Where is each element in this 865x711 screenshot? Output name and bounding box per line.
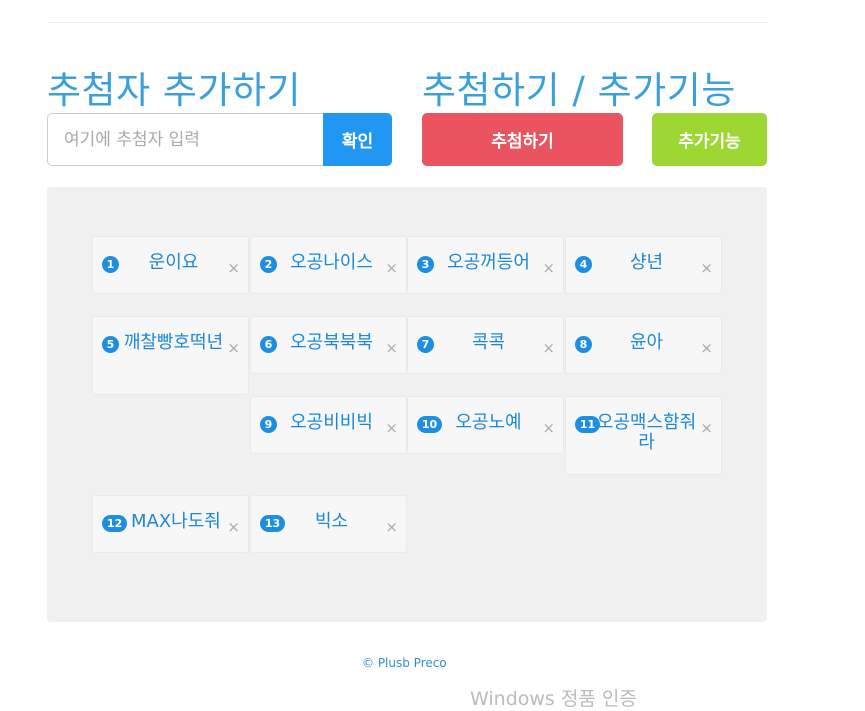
close-icon[interactable]: ×	[227, 261, 240, 276]
entrant-card: 6 오공북북북 ×	[250, 316, 407, 374]
entrant-card: 1 운이요 ×	[92, 236, 249, 294]
close-icon[interactable]: ×	[385, 261, 398, 276]
add-entrant-form: 확인	[47, 113, 392, 166]
top-divider	[47, 22, 767, 23]
entrant-name: 샹년	[629, 252, 664, 273]
close-icon[interactable]: ×	[542, 341, 555, 356]
entrant-card: 2 오공나이스 ×	[250, 236, 407, 294]
entrant-name: 오공노예	[455, 412, 522, 433]
entrant-card: 11 오공맥스함줘라 ×	[565, 396, 722, 475]
entrant-name: 오공꺼등어	[447, 252, 530, 273]
entrant-name: 콕콕	[471, 332, 506, 353]
entrant-name: MAX나도줘	[131, 511, 221, 532]
entrant-number-badge: 1	[102, 256, 119, 273]
close-icon[interactable]: ×	[700, 421, 713, 436]
entrant-name: 오공나이스	[290, 252, 373, 273]
close-icon[interactable]: ×	[385, 341, 398, 356]
close-icon[interactable]: ×	[385, 520, 398, 535]
entrant-name-input[interactable]	[47, 113, 323, 166]
entrant-list-panel: 1 운이요 × 2 오공나이스 × 3 오공꺼등어 × 4 샹년 × 5 깨찰빵…	[47, 187, 767, 622]
entrant-card: 12 MAX나도줘 ×	[92, 495, 249, 553]
entrant-number-badge: 9	[260, 416, 277, 433]
entrant-number-badge: 12	[102, 515, 127, 532]
entrant-number-badge: 5	[102, 336, 119, 353]
close-icon[interactable]: ×	[227, 520, 240, 535]
extra-features-button[interactable]: 추가기능	[652, 113, 767, 166]
entrant-name: 오공비비빅	[290, 412, 373, 433]
confirm-button[interactable]: 확인	[323, 113, 392, 166]
add-entrant-heading: 추첨자 추가하기	[47, 69, 302, 112]
entrant-card: 8 윤아 ×	[565, 316, 722, 374]
entrant-card: 13 빅소 ×	[250, 495, 407, 553]
entrant-card: 9 오공비비빅 ×	[250, 396, 407, 454]
entrant-name: 운이요	[148, 252, 199, 273]
entrant-card: 10 오공노예 ×	[407, 396, 564, 454]
entrant-name: 오공북북북	[290, 332, 373, 353]
entrant-name: 윤아	[629, 332, 664, 353]
entrant-number-badge: 2	[260, 256, 277, 273]
entrant-name: 빅소	[314, 511, 349, 532]
entrant-name: 깨찰빵호떡년	[123, 332, 224, 353]
entrant-number-badge: 8	[575, 336, 592, 353]
close-icon[interactable]: ×	[700, 341, 713, 356]
close-icon[interactable]: ×	[385, 421, 398, 436]
entrant-number-badge: 3	[417, 256, 434, 273]
close-icon[interactable]: ×	[542, 421, 555, 436]
entrant-card: 4 샹년 ×	[565, 236, 722, 294]
entrant-name: 오공맥스함줘라	[596, 412, 697, 453]
draw-button[interactable]: 추첨하기	[422, 113, 623, 166]
entrant-card: 5 깨찰빵호떡년 ×	[92, 316, 249, 395]
entrant-number-badge: 6	[260, 336, 277, 353]
entrant-number-badge: 7	[417, 336, 434, 353]
close-icon[interactable]: ×	[700, 261, 713, 276]
close-icon[interactable]: ×	[227, 341, 240, 356]
windows-activation-watermark: Windows 정품 인증	[470, 688, 637, 710]
entrant-card: 7 콕콕 ×	[407, 316, 564, 374]
close-icon[interactable]: ×	[542, 261, 555, 276]
copyright-link[interactable]: © Plusb Preco	[362, 656, 447, 670]
draw-heading: 추첨하기 / 추가기능	[422, 69, 736, 112]
entrant-card: 3 오공꺼등어 ×	[407, 236, 564, 294]
entrant-number-badge: 4	[575, 256, 592, 273]
